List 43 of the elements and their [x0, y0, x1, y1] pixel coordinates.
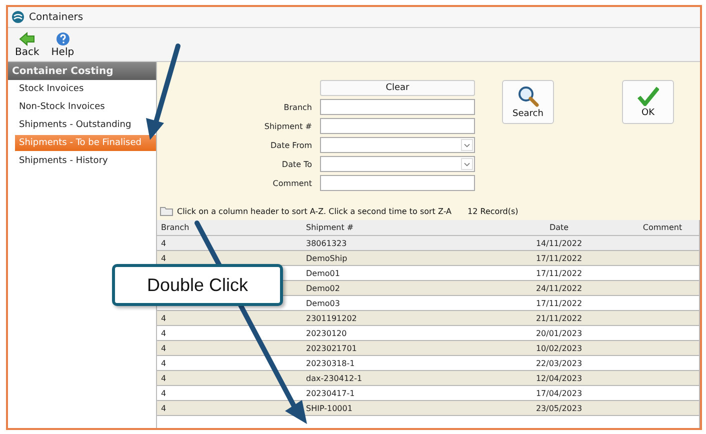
table-cell: 17/11/2022	[536, 298, 582, 308]
field-label: Date To	[280, 160, 312, 168]
table-cell: 20/01/2023	[536, 328, 582, 338]
table-cell: 2301191202	[306, 314, 357, 322]
table-cell: 4	[161, 388, 166, 398]
table-cell: 14/11/2022	[536, 238, 582, 248]
table-cell: 17/11/2022	[536, 254, 582, 262]
table-cell: 12/04/2023	[536, 374, 582, 382]
sidebar-header: Container Costing	[8, 62, 156, 80]
field-label: Comment	[272, 178, 312, 188]
record-count: 12 Record(s)	[468, 206, 518, 216]
table-cell: 4	[161, 238, 166, 248]
table-cell: 4	[161, 358, 166, 368]
table-cell: 24/11/2022	[536, 284, 582, 292]
field-label: Shipment #	[263, 122, 312, 130]
table-cell: SHIP-10001	[306, 404, 352, 412]
table-cell: 4	[161, 254, 166, 262]
double-click-tooltip: Double Click	[112, 264, 283, 306]
sort-hint: Click on a column header to sort A-Z. Click a second time to sort Z-A	[177, 206, 452, 216]
table-cell: 17/11/2022	[536, 268, 582, 278]
table-cell: 20230417-1	[306, 388, 355, 398]
table-cell: 2023021701	[306, 344, 357, 352]
table-cell: 17/04/2023	[536, 388, 582, 398]
window-title: Containers	[29, 12, 84, 22]
table-cell: 21/11/2022	[536, 314, 582, 322]
table-cell: 4	[161, 344, 166, 352]
table-cell: 4	[161, 314, 166, 322]
table-cell: 10/02/2023	[536, 344, 582, 352]
table-cell: 4	[161, 374, 166, 382]
table-cell: 4	[161, 328, 166, 338]
field-label: Date From	[270, 140, 312, 150]
table-cell: 20230120	[306, 328, 347, 338]
table-cell: Demo03	[306, 298, 340, 308]
table-cell: 38061323	[306, 238, 347, 248]
table-cell: 22/03/2023	[536, 358, 582, 368]
table-cell: 23/05/2023	[536, 404, 582, 412]
table-cell: 4	[161, 404, 166, 412]
table-cell: Demo02	[306, 284, 340, 292]
table-cell: dax-230412-1	[306, 374, 362, 382]
field-label: Branch	[282, 102, 312, 112]
table-cell: Demo01	[306, 268, 340, 278]
table-cell: 20230318-1	[306, 358, 355, 368]
table-cell: DemoShip	[306, 254, 348, 262]
